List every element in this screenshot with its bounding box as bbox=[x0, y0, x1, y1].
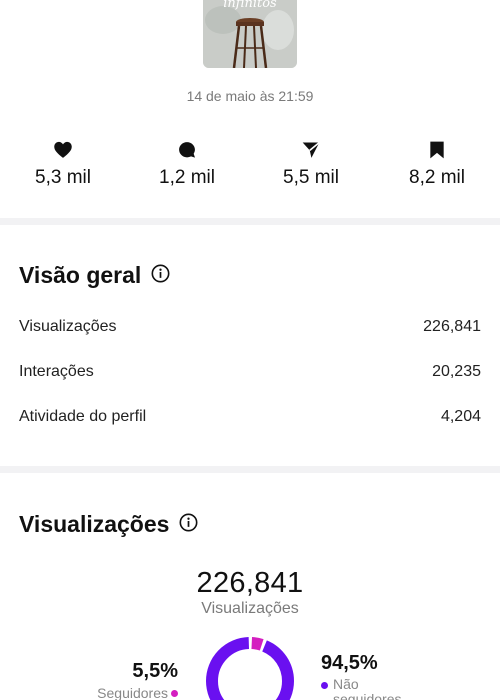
info-icon[interactable] bbox=[179, 511, 198, 538]
post-date: 14 de maio às 21:59 bbox=[186, 88, 314, 104]
overview-title-text: Visão geral bbox=[19, 262, 142, 288]
legend-non-followers: 94,5% Não seguidores bbox=[321, 652, 402, 700]
views-title-text: Visualizações bbox=[19, 511, 170, 537]
row-label: Interações bbox=[19, 363, 94, 380]
non-followers-label-line1: Não bbox=[333, 676, 359, 692]
overview-title: Visão geral bbox=[19, 262, 170, 289]
row-value: 4,204 bbox=[440, 408, 481, 425]
section-divider bbox=[0, 466, 500, 473]
shares-count: 5,5 mil bbox=[283, 167, 339, 188]
donut-segment-non-followers bbox=[206, 637, 294, 700]
views-donut-chart bbox=[206, 637, 294, 700]
saves-count: 8,2 mil bbox=[409, 167, 465, 188]
non-followers-percent: 94,5% bbox=[321, 652, 378, 674]
engagement-stats: 5,3 mil 1,2 mil 5,5 mil 8,2 mil bbox=[0, 140, 500, 192]
stat-saves[interactable]: 8,2 mil bbox=[387, 140, 487, 189]
thumbnail-caption: infinitos bbox=[223, 0, 277, 11]
legend-followers: 5,5% Seguidores bbox=[97, 660, 178, 700]
stat-shares[interactable]: 5,5 mil bbox=[261, 140, 361, 189]
info-icon[interactable] bbox=[151, 262, 170, 289]
overview-row-profile-activity[interactable]: Atividade do perfil 4,204 bbox=[19, 408, 481, 426]
bookmark-icon bbox=[387, 140, 487, 162]
stat-likes[interactable]: 5,3 mil bbox=[13, 140, 113, 189]
post-thumbnail[interactable]: infinitos bbox=[203, 0, 297, 68]
non-followers-label-line2: seguidores bbox=[333, 691, 402, 700]
followers-dot bbox=[171, 690, 178, 697]
followers-percent: 5,5% bbox=[132, 660, 178, 682]
stat-comments[interactable]: 1,2 mil bbox=[137, 140, 237, 189]
views-total-label: Visualizações bbox=[201, 600, 299, 617]
overview-row-views[interactable]: Visualizações 226,841 bbox=[19, 318, 481, 336]
heart-icon bbox=[13, 140, 113, 162]
followers-label: Seguidores bbox=[97, 685, 168, 700]
views-total: 226,841 bbox=[196, 567, 304, 599]
comment-icon bbox=[137, 140, 237, 162]
likes-count: 5,3 mil bbox=[35, 167, 91, 188]
views-title: Visualizações bbox=[19, 511, 198, 538]
section-divider bbox=[0, 218, 500, 225]
non-followers-dot bbox=[321, 682, 328, 689]
non-followers-label: Não seguidores bbox=[333, 677, 402, 700]
non-followers-legend-label: Não seguidores bbox=[321, 677, 402, 700]
row-label: Visualizações bbox=[19, 318, 117, 335]
comments-count: 1,2 mil bbox=[159, 167, 215, 188]
followers-legend-label: Seguidores bbox=[97, 685, 178, 700]
row-value: 20,235 bbox=[432, 363, 481, 380]
row-value: 226,841 bbox=[423, 318, 481, 335]
row-label: Atividade do perfil bbox=[19, 408, 147, 425]
share-icon bbox=[261, 140, 361, 162]
overview-row-interactions[interactable]: Interações 20,235 bbox=[19, 363, 481, 381]
